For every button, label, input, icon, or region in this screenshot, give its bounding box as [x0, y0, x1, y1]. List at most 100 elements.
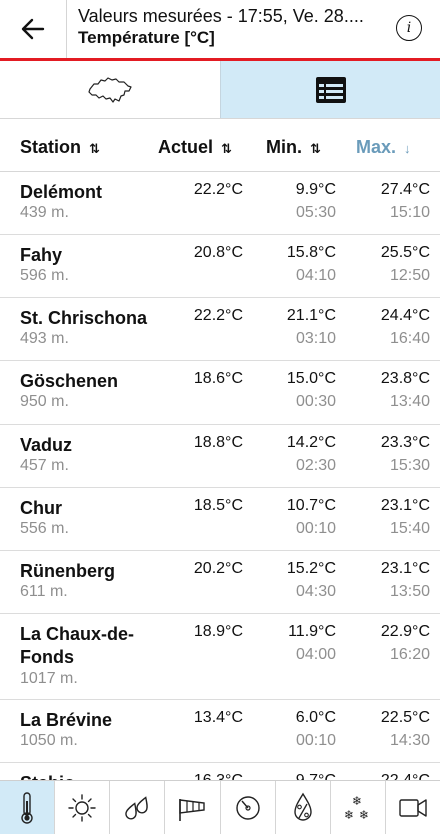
- switzerland-map-icon: [88, 76, 132, 103]
- column-actuel[interactable]: Actuel ⇅: [158, 137, 232, 158]
- thermometer-icon: [21, 791, 33, 824]
- min-time: 00:10: [295, 732, 336, 749]
- max-temp: 23.1°C: [380, 497, 430, 514]
- tab-wind[interactable]: [165, 781, 221, 834]
- humidity-icon: [293, 792, 312, 821]
- table-row[interactable]: Chur 556 m. 18.5°C 10.7°C 00:10 23.1°C 1…: [0, 488, 440, 551]
- header-text: Valeurs mesurées - 17:55, Ve. 28.... Tem…: [78, 5, 388, 49]
- min-time: 04:00: [295, 646, 336, 663]
- tab-snow[interactable]: ❄ ❄ ❄: [331, 781, 386, 834]
- station-altitude: 950 m.: [20, 393, 69, 410]
- station-name: Delémont: [20, 182, 103, 202]
- table-row[interactable]: Fahy 596 m. 20.8°C 15.8°C 04:10 25.5°C 1…: [0, 235, 440, 298]
- sort-icon: ⇅: [310, 141, 321, 156]
- page-subtitle: Température [°C]: [78, 28, 215, 47]
- max-temp: 23.8°C: [380, 370, 430, 387]
- snowflakes-icon: ❄ ❄ ❄: [344, 794, 369, 822]
- tab-temperature[interactable]: [0, 781, 56, 834]
- max-temp: 22.5°C: [380, 709, 430, 726]
- table-header: Station ⇅ Actuel ⇅ Min. ⇅ Max. ↓: [0, 120, 440, 172]
- station-name: Fahy: [20, 245, 63, 265]
- max-time: 13:50: [389, 583, 430, 600]
- table-row[interactable]: St. Chrischona 493 m. 22.2°C 21.1°C 03:1…: [0, 298, 440, 361]
- max-temp: 23.3°C: [380, 434, 430, 451]
- min-temp: 6.0°C: [295, 709, 336, 726]
- column-station[interactable]: Station ⇅: [20, 137, 100, 158]
- current-temp: 22.2°C: [193, 307, 243, 324]
- max-temp: 23.1°C: [380, 560, 430, 577]
- column-max[interactable]: Max. ↓: [356, 137, 410, 158]
- current-temp: 18.5°C: [193, 497, 243, 514]
- min-time: 00:30: [295, 393, 336, 410]
- min-temp: 15.2°C: [286, 560, 336, 577]
- column-min-label: Min.: [266, 137, 302, 157]
- tab-webcam[interactable]: [386, 781, 440, 834]
- tab-map-view[interactable]: [0, 61, 220, 118]
- page-title: Valeurs mesurées - 17:55, Ve. 28....: [78, 6, 364, 26]
- min-temp: 15.0°C: [286, 370, 336, 387]
- max-time: 15:10: [389, 204, 430, 221]
- station-altitude: 1017 m.: [20, 670, 78, 687]
- min-time: 02:30: [295, 457, 336, 474]
- table-row[interactable]: La Chaux-de-Fonds 1017 m. 18.9°C 11.9°C …: [0, 614, 440, 700]
- station-altitude: 556 m.: [20, 520, 69, 537]
- table-row[interactable]: Göschenen 950 m. 18.6°C 15.0°C 00:30 23.…: [0, 361, 440, 425]
- pressure-gauge-icon: [235, 795, 260, 820]
- station-altitude: 1050 m.: [20, 732, 78, 749]
- max-time: 16:40: [389, 330, 430, 347]
- raindrops-icon: [125, 795, 149, 819]
- current-temp: 20.8°C: [193, 244, 243, 261]
- max-time: 15:40: [389, 520, 430, 537]
- tab-sunshine[interactable]: [55, 781, 111, 834]
- column-actuel-label: Actuel: [158, 137, 214, 157]
- min-time: 00:10: [295, 520, 336, 537]
- sort-icon: ⇅: [89, 141, 100, 156]
- column-min[interactable]: Min. ⇅: [266, 137, 321, 158]
- current-temp: 13.4°C: [193, 709, 243, 726]
- tab-humidity[interactable]: [276, 781, 331, 834]
- max-temp: 27.4°C: [380, 181, 430, 198]
- table-row[interactable]: Rünenberg 611 m. 20.2°C 15.2°C 04:30 23.…: [0, 551, 440, 614]
- tab-table-view[interactable]: [220, 61, 440, 118]
- table-row[interactable]: Vaduz 457 m. 18.8°C 14.2°C 02:30 23.3°C …: [0, 425, 440, 488]
- info-button[interactable]: i: [396, 15, 422, 41]
- sort-desc-icon: ↓: [404, 141, 410, 156]
- svg-text:❄: ❄: [359, 808, 369, 822]
- min-time: 04:30: [295, 583, 336, 600]
- current-temp: 18.9°C: [193, 623, 243, 640]
- station-list: Delémont 439 m. 22.2°C 9.9°C 05:30 27.4°…: [0, 172, 440, 826]
- header-divider: [66, 0, 67, 58]
- back-arrow-icon: [21, 18, 45, 40]
- tab-precipitation[interactable]: [110, 781, 166, 834]
- sort-icon: ⇅: [221, 141, 232, 156]
- min-temp: 10.7°C: [286, 497, 336, 514]
- video-camera-icon: [399, 798, 427, 817]
- min-temp: 15.8°C: [286, 244, 336, 261]
- back-button[interactable]: [0, 0, 66, 58]
- station-name: Vaduz: [20, 435, 73, 455]
- svg-text:❄: ❄: [344, 808, 354, 822]
- windsock-icon: [179, 798, 206, 821]
- table-list-icon: [315, 76, 346, 103]
- column-station-label: Station: [20, 137, 81, 157]
- min-time: 03:10: [295, 330, 336, 347]
- max-temp: 25.5°C: [380, 244, 430, 261]
- station-altitude: 611 m.: [20, 583, 68, 600]
- min-time: 05:30: [295, 204, 336, 221]
- station-name: St. Chrischona: [20, 308, 148, 328]
- max-time: 12:50: [389, 267, 430, 284]
- station-name: La Chaux-de-Fonds: [20, 624, 135, 667]
- current-temp: 18.8°C: [193, 434, 243, 451]
- table-row[interactable]: La Brévine 1050 m. 13.4°C 6.0°C 00:10 22…: [0, 700, 440, 763]
- current-temp: 20.2°C: [193, 560, 243, 577]
- max-time: 15:30: [389, 457, 430, 474]
- min-temp: 14.2°C: [286, 434, 336, 451]
- max-time: 13:40: [389, 393, 430, 410]
- tab-pressure[interactable]: [221, 781, 276, 834]
- table-row[interactable]: Delémont 439 m. 22.2°C 9.9°C 05:30 27.4°…: [0, 172, 440, 235]
- station-name: Göschenen: [20, 371, 119, 391]
- station-name: La Brévine: [20, 710, 113, 730]
- current-temp: 22.2°C: [193, 181, 243, 198]
- min-temp: 9.9°C: [295, 181, 336, 198]
- app-header: Valeurs mesurées - 17:55, Ve. 28.... Tem…: [0, 0, 440, 58]
